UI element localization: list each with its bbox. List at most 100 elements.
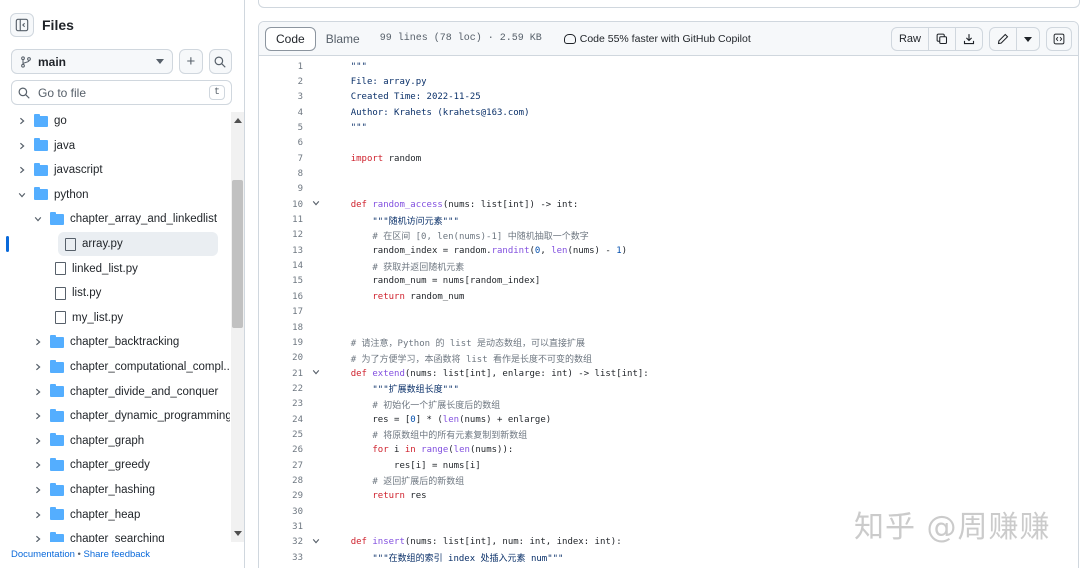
line-number[interactable]: 19: [259, 338, 303, 348]
line-number[interactable]: 16: [259, 292, 303, 302]
symbols-panel-button[interactable]: [1046, 27, 1072, 51]
chevron-right-icon[interactable]: [16, 166, 28, 174]
line-number[interactable]: 32: [259, 537, 303, 547]
code-text: random_index = random.randint(0, len(num…: [329, 246, 627, 256]
tree-folder[interactable]: chapter_divide_and_conquer: [32, 380, 218, 404]
code-token: """随机访问元素""": [372, 216, 459, 227]
copilot-promo[interactable]: Code 55% faster with GitHub Copilot: [563, 33, 751, 45]
chevron-right-icon[interactable]: [32, 363, 44, 371]
raw-button[interactable]: Raw: [892, 28, 928, 50]
line-number[interactable]: 15: [259, 276, 303, 286]
code-line: 22 """扩展数组长度""": [259, 381, 1078, 396]
line-number[interactable]: 1: [259, 62, 303, 72]
line-number[interactable]: 27: [259, 461, 303, 471]
tree-folder[interactable]: go: [16, 110, 67, 133]
line-number[interactable]: 26: [259, 445, 303, 455]
line-number[interactable]: 4: [259, 108, 303, 118]
fold-chevron-icon[interactable]: [303, 199, 329, 210]
line-number[interactable]: 7: [259, 154, 303, 164]
tab-blame[interactable]: Blame: [316, 27, 370, 51]
tree-file[interactable]: my_list.py: [48, 306, 123, 330]
tree-file[interactable]: linked_list.py: [48, 257, 138, 281]
tree-file[interactable]: list.py: [48, 281, 101, 305]
line-number[interactable]: 6: [259, 138, 303, 148]
tree-folder[interactable]: java: [16, 134, 75, 158]
folder-icon: [50, 507, 64, 521]
line-number[interactable]: 5: [259, 123, 303, 133]
chevron-right-icon[interactable]: [32, 511, 44, 519]
line-number[interactable]: 13: [259, 246, 303, 256]
line-number[interactable]: 31: [259, 522, 303, 532]
chevron-right-icon[interactable]: [32, 338, 44, 346]
scroll-down-icon[interactable]: [234, 531, 242, 536]
line-number[interactable]: 17: [259, 307, 303, 317]
chevron-right-icon[interactable]: [32, 437, 44, 445]
share-feedback-link[interactable]: Share feedback: [84, 549, 151, 560]
add-file-button[interactable]: +: [179, 49, 203, 74]
tree-scrollbar[interactable]: [231, 112, 244, 542]
tree-folder[interactable]: javascript: [16, 158, 103, 182]
chevron-right-icon[interactable]: [16, 142, 28, 150]
file-icon: [55, 262, 66, 276]
line-number[interactable]: 11: [259, 215, 303, 225]
chevron-right-icon[interactable]: [16, 117, 28, 125]
copy-button[interactable]: [928, 28, 955, 50]
line-number[interactable]: 18: [259, 323, 303, 333]
line-number[interactable]: 24: [259, 415, 303, 425]
scroll-up-icon[interactable]: [234, 118, 242, 123]
line-number[interactable]: 12: [259, 230, 303, 240]
code-token: def: [350, 537, 367, 548]
tree-folder[interactable]: chapter_searching: [32, 527, 165, 542]
line-number[interactable]: 30: [259, 507, 303, 517]
tree-folder[interactable]: python: [16, 183, 89, 207]
line-number[interactable]: 9: [259, 184, 303, 194]
line-number[interactable]: 25: [259, 430, 303, 440]
tree-folder[interactable]: chapter_heap: [32, 503, 140, 527]
line-number[interactable]: 33: [259, 553, 303, 563]
line-number[interactable]: 23: [259, 399, 303, 409]
line-number[interactable]: 14: [259, 261, 303, 271]
edit-button[interactable]: [990, 28, 1016, 50]
collapse-sidebar-button[interactable]: [10, 13, 34, 37]
code-view[interactable]: 1 """ 2 File: array.py 3 Created Time: 202…: [259, 56, 1078, 565]
branch-selector[interactable]: main: [11, 49, 174, 74]
code-token: range: [421, 445, 449, 456]
fold-chevron-icon[interactable]: [303, 368, 329, 379]
line-number[interactable]: 28: [259, 476, 303, 486]
line-number[interactable]: 29: [259, 491, 303, 501]
tree-file[interactable]: array.py: [58, 232, 218, 256]
line-number[interactable]: 21: [259, 369, 303, 379]
code-line: 16 return random_num: [259, 289, 1078, 304]
chevron-right-icon[interactable]: [32, 388, 44, 396]
chevron-right-icon[interactable]: [32, 461, 44, 469]
scroll-thumb[interactable]: [232, 180, 243, 328]
line-number[interactable]: 22: [259, 384, 303, 394]
tree-folder[interactable]: chapter_dynamic_programming: [32, 404, 230, 428]
chevron-down-icon[interactable]: [16, 191, 28, 199]
chevron-right-icon[interactable]: [32, 412, 44, 420]
documentation-link[interactable]: Documentation: [11, 549, 75, 560]
tree-folder[interactable]: chapter_greedy: [32, 453, 150, 477]
edit-options-button[interactable]: [1016, 28, 1039, 50]
line-number[interactable]: 10: [259, 200, 303, 210]
chevron-right-icon[interactable]: [32, 535, 44, 542]
download-button[interactable]: [955, 28, 982, 50]
line-number[interactable]: 20: [259, 353, 303, 363]
tree-folder[interactable]: chapter_hashing: [32, 478, 155, 502]
tree-folder[interactable]: chapter_graph: [32, 429, 144, 453]
chevron-down-icon[interactable]: [32, 215, 44, 223]
line-number[interactable]: 8: [259, 169, 303, 179]
line-number[interactable]: 2: [259, 77, 303, 87]
line-number[interactable]: 3: [259, 92, 303, 102]
tree-folder[interactable]: chapter_array_and_linkedlist: [32, 207, 217, 231]
fold-chevron-icon[interactable]: [303, 537, 329, 548]
tree-folder[interactable]: chapter_backtracking: [32, 330, 179, 354]
chevron-right-icon[interactable]: [32, 486, 44, 494]
tab-code[interactable]: Code: [265, 26, 316, 51]
search-button[interactable]: [208, 49, 232, 74]
go-to-file-input[interactable]: Go to file t: [11, 80, 232, 105]
tree-folder[interactable]: chapter_computational_compl...: [32, 355, 230, 379]
code-token: len: [453, 445, 470, 456]
